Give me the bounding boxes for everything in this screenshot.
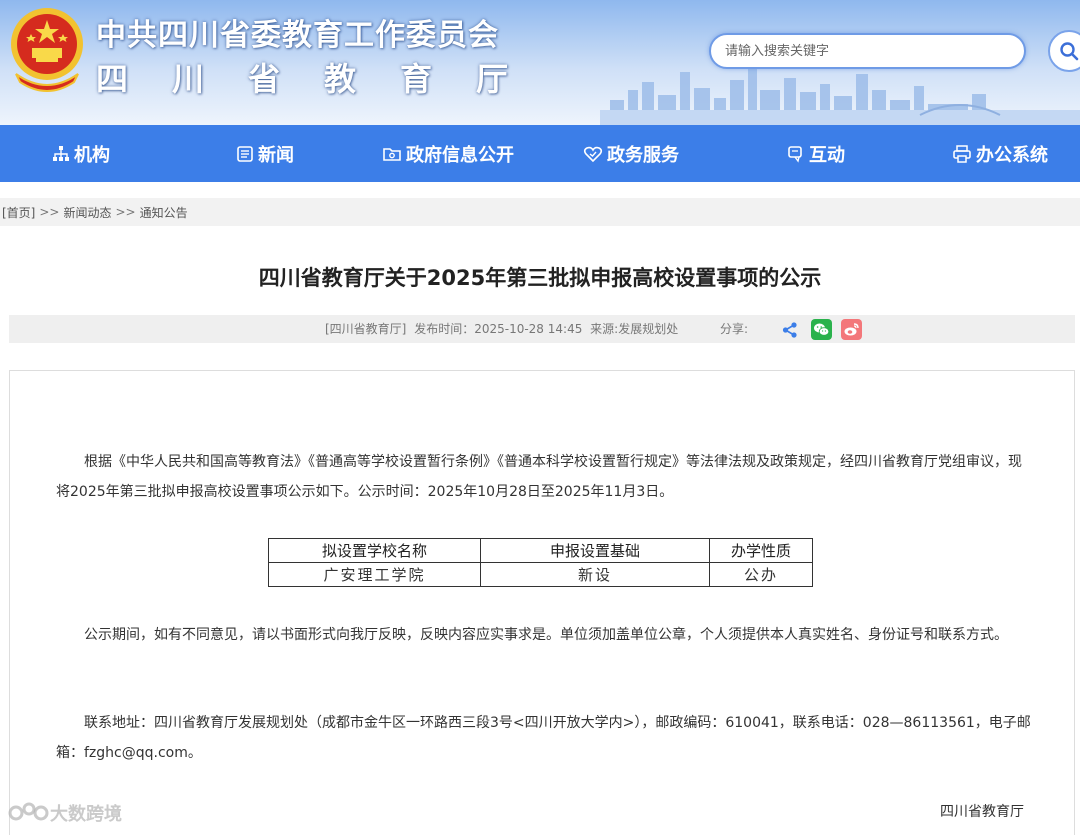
nav-item-news[interactable]: 新闻 [236, 125, 294, 182]
article-meta-bar: [四川省教育厅] 发布时间：2025-10-28 14:45 来源:发展规划处 … [9, 315, 1075, 343]
city-skyline-illustration [600, 68, 1080, 125]
nav-label: 政务服务 [607, 144, 679, 166]
article-signature: 四川省教育厅 [940, 804, 1024, 820]
breadcrumb-separator: >> [39, 205, 60, 219]
share-icon [782, 321, 797, 338]
table-header-nature: 办学性质 [709, 538, 813, 563]
breadcrumb-news-link[interactable]: 新闻动态 [63, 204, 111, 221]
nav-label: 办公系统 [976, 144, 1048, 166]
article-origin: 来源:发展规划处 [590, 322, 679, 336]
school-setup-table: 拟设置学校名称 申报设置基础 办学性质 广安理工学院 新设 公办 [268, 538, 813, 587]
top-utility-links [612, 0, 1080, 4]
table-header-school-name: 拟设置学校名称 [268, 538, 481, 563]
search-icon [1060, 42, 1079, 61]
watermark-logo-icon [8, 802, 49, 821]
news-icon [237, 145, 253, 162]
share-label: 分享: [720, 322, 749, 336]
breadcrumb-notice-link[interactable]: 通知公告 [140, 204, 188, 221]
service-heart-icon [583, 146, 603, 162]
breadcrumb-separator: >> [115, 205, 136, 219]
share-wechat-button[interactable] [811, 319, 832, 340]
main-nav: 机构 新闻 政府信息公开 政务服务 互动 办公系统 [0, 125, 1080, 182]
table-row: 广安理工学院 新设 公办 [268, 562, 813, 587]
nav-item-interaction[interactable]: 互动 [787, 125, 845, 182]
share-button[interactable] [779, 319, 800, 340]
folder-icon [383, 147, 401, 161]
article-publish-time: 发布时间：2025-10-28 14:45 [414, 322, 583, 336]
search-input[interactable] [709, 33, 1026, 69]
watermark-text: 大数跨境 [50, 804, 122, 825]
site-title-committee: 中共四川省委教育工作委员会 [96, 18, 499, 53]
table-cell-basis: 新设 [480, 562, 710, 587]
share-weibo-button[interactable] [841, 319, 862, 340]
table-header-row: 拟设置学校名称 申报设置基础 办学性质 [268, 538, 813, 563]
nav-label: 新闻 [258, 144, 294, 166]
nav-item-organization[interactable]: 机构 [52, 125, 110, 182]
watermark: 大数跨境 [8, 800, 122, 826]
table-cell-school-name: 广安理工学院 [268, 562, 481, 587]
nav-label: 政府信息公开 [406, 144, 514, 166]
table-header-basis: 申报设置基础 [480, 538, 710, 563]
printer-icon [953, 144, 971, 163]
interaction-icon [788, 145, 802, 163]
article-source: [四川省教育厅] [325, 322, 407, 336]
nav-item-gov-info[interactable]: 政府信息公开 [382, 125, 514, 182]
breadcrumb-home-link[interactable]: [首页] [2, 204, 35, 221]
national-emblem-icon [11, 8, 83, 92]
site-title-department: 四川省教育厅 [96, 60, 553, 98]
article-paragraph-intro: 根据《中华人民共和国高等教育法》《普通高等学校设置暂行条例》《普通本科学校设置暂… [56, 454, 1022, 500]
breadcrumb: [首页] >> 新闻动态 >> 通知公告 [0, 198, 1080, 226]
site-header: 中共四川省委教育工作委员会 四川省教育厅 [0, 0, 1080, 125]
article-meta: [四川省教育厅] 发布时间：2025-10-28 14:45 来源:发展规划处 [325, 315, 682, 343]
wechat-icon [814, 323, 830, 336]
nav-label: 机构 [74, 144, 110, 166]
nav-item-office-system[interactable]: 办公系统 [952, 125, 1048, 182]
nav-item-gov-service[interactable]: 政务服务 [583, 125, 679, 182]
weibo-icon [844, 323, 859, 336]
article-paragraph-contact: 联系地址：四川省教育厅发展规划处（成都市金牛区一环路西三段3号<四川开放大学内>… [56, 715, 1031, 761]
nav-label: 互动 [809, 144, 845, 166]
article-paragraph-feedback: 公示期间，如有不同意见，请以书面形式向我厅反映，反映内容应实事求是。单位须加盖单… [84, 627, 1008, 643]
article-title: 四川省教育厅关于2025年第三批拟申报高校设置事项的公示 [258, 266, 822, 290]
organization-icon [53, 145, 69, 161]
table-cell-nature: 公办 [709, 562, 813, 587]
